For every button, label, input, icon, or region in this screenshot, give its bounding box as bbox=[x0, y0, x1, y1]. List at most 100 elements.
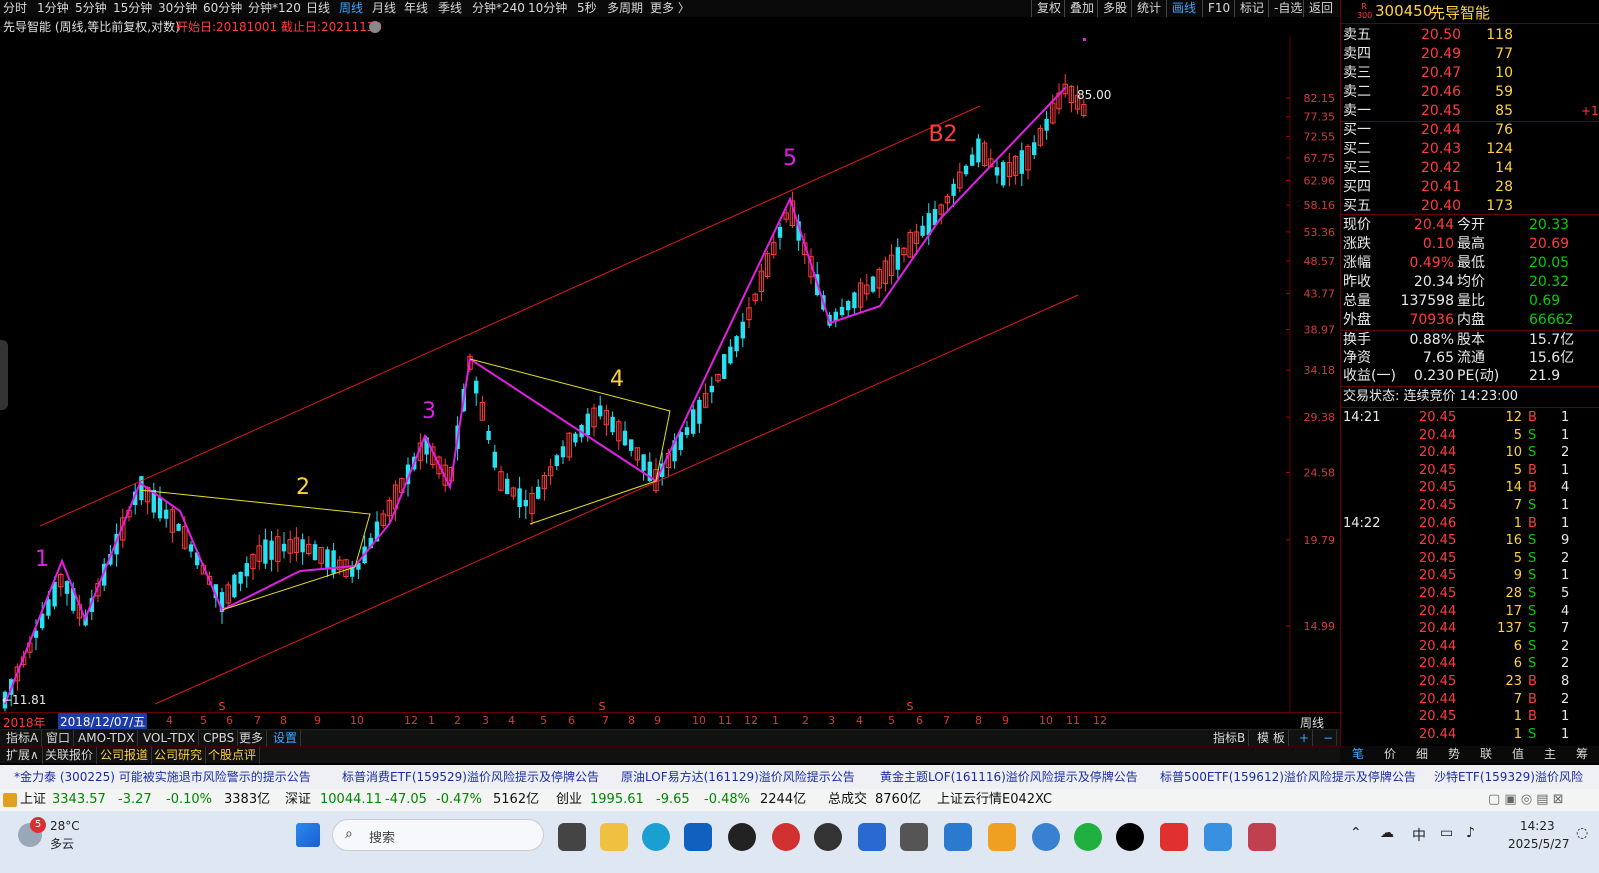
quote-panel-tab[interactable]: 主 bbox=[1544, 746, 1556, 763]
period-tab[interactable]: 多周期 bbox=[607, 0, 643, 17]
quote-panel-tab[interactable]: 价 bbox=[1384, 746, 1396, 763]
server-label[interactable]: 上证云行情E042XC bbox=[937, 789, 1052, 811]
outlook-icon[interactable] bbox=[684, 823, 712, 851]
tool-button[interactable]: 多股 bbox=[1097, 0, 1127, 17]
kline-chart[interactable]: 85.00 ←11.81 S S S 82.15 77.35 72.55 67.75 62.96… bbox=[0, 36, 1340, 713]
tool-button[interactable]: 复权 bbox=[1031, 0, 1061, 17]
tool-button[interactable]: 画线 bbox=[1166, 0, 1196, 17]
quote-panel-tab[interactable]: 筹 bbox=[1576, 746, 1588, 763]
wechat-icon[interactable] bbox=[1074, 823, 1102, 851]
indicator-tab[interactable]: 更多 bbox=[236, 730, 268, 747]
info-tab[interactable]: 公司研究 bbox=[151, 747, 207, 764]
search-box[interactable]: ⌕ 搜索 bbox=[332, 819, 544, 851]
indicator-tab[interactable]: 窗口 bbox=[43, 730, 75, 747]
info-tab[interactable]: 个股点评 bbox=[205, 747, 261, 764]
calendar-icon[interactable] bbox=[944, 823, 972, 851]
tool-button[interactable]: F10 bbox=[1202, 0, 1230, 17]
indicator-right-tab[interactable]: 模 板 bbox=[1254, 730, 1289, 747]
period-tab[interactable]: 年线 bbox=[404, 0, 428, 17]
cy-label[interactable]: 创业 bbox=[556, 789, 582, 811]
indicator-tab[interactable]: VOL-TDX bbox=[140, 730, 199, 747]
tray-chevron-icon[interactable]: ⌃ bbox=[1350, 825, 1362, 841]
period-tab[interactable]: 日线 bbox=[306, 0, 330, 17]
ime-label[interactable]: 中 bbox=[1412, 825, 1426, 845]
period-tab[interactable]: 30分钟 bbox=[158, 0, 197, 17]
info-tab[interactable]: 关联报价 bbox=[42, 747, 98, 764]
period-tab[interactable]: 5分钟 bbox=[75, 0, 107, 17]
quote-panel-tab[interactable]: 势 bbox=[1448, 746, 1460, 763]
indicator-right-tab[interactable]: − bbox=[1320, 730, 1338, 747]
info-tab[interactable]: 公司报道 bbox=[97, 747, 153, 764]
book-volume: 59 bbox=[1495, 84, 1513, 100]
quote-panel-tab[interactable]: 值 bbox=[1512, 746, 1524, 763]
info-tab[interactable]: 扩展∧ bbox=[3, 747, 43, 764]
period-tab[interactable]: 15分钟 bbox=[113, 0, 152, 17]
news-item[interactable]: 黄金主题LOF(161116)溢价风险提示及停牌公告 bbox=[880, 765, 1138, 789]
range-dropdown-icon[interactable] bbox=[369, 21, 381, 33]
trade-state: 交易状态: 连续竞价 14:23:00 bbox=[1343, 389, 1519, 404]
tool-button[interactable]: 统计 bbox=[1131, 0, 1161, 17]
wps-icon[interactable] bbox=[1160, 823, 1188, 851]
period-tab[interactable]: 月线 bbox=[372, 0, 396, 17]
tool-button[interactable]: -自选 bbox=[1268, 0, 1302, 17]
time-tick: 5 bbox=[888, 714, 895, 727]
candle-body bbox=[486, 430, 491, 441]
period-tab[interactable]: 分钟*120 bbox=[248, 0, 301, 17]
news-item[interactable]: 沙特ETF(159329)溢价风险 bbox=[1434, 765, 1583, 789]
period-tab[interactable]: 60分钟 bbox=[203, 0, 242, 17]
indicator-right-tab[interactable]: + bbox=[1296, 730, 1314, 747]
tdx-icon[interactable] bbox=[1116, 823, 1144, 851]
quote-panel-tab[interactable]: 联 bbox=[1480, 746, 1492, 763]
photos-icon[interactable] bbox=[1204, 823, 1232, 851]
indicator-tab[interactable]: 指标A bbox=[3, 730, 43, 747]
indicator-tab[interactable]: CPBS bbox=[200, 730, 239, 747]
notification-icon[interactable]: ◌ bbox=[1576, 825, 1588, 841]
tool-button[interactable]: 叠加 bbox=[1064, 0, 1094, 17]
edge-icon[interactable] bbox=[642, 823, 670, 851]
window-icons[interactable]: ▢ ▣ ◎ ▤ ⊠ bbox=[1488, 789, 1564, 811]
period-tab[interactable]: 5秒 bbox=[577, 0, 597, 17]
indicator-right-tab[interactable]: 指标B bbox=[1210, 730, 1250, 747]
news-item[interactable]: 标普500ETF(159612)溢价风险提示及停牌公告 bbox=[1160, 765, 1416, 789]
cloud-icon[interactable]: ☁ bbox=[1380, 825, 1394, 841]
period-tab[interactable]: 分钟*240 bbox=[472, 0, 525, 17]
snipping-icon[interactable] bbox=[1248, 823, 1276, 851]
news-item[interactable]: *金力泰 (300225) 可能被实施退市风险警示的提示公告 bbox=[14, 765, 311, 789]
period-tab[interactable]: 1分钟 bbox=[37, 0, 69, 17]
period-tab[interactable]: 10分钟 bbox=[528, 0, 567, 17]
display-icon[interactable]: ▭ bbox=[1440, 825, 1453, 841]
wave-labels: 1 2 3 4 5 B2 bbox=[35, 122, 958, 572]
period-tab[interactable]: 周线 bbox=[339, 0, 363, 17]
indicator-tab[interactable]: 设置 bbox=[270, 730, 302, 747]
quote-panel-tab[interactable]: 笔 bbox=[1352, 746, 1364, 763]
candle-body bbox=[598, 405, 603, 417]
tool-button[interactable]: 标记 bbox=[1234, 0, 1264, 17]
clock-time[interactable]: 14:23 bbox=[1520, 819, 1555, 833]
start-icon[interactable] bbox=[296, 823, 320, 847]
time-tick: 12 bbox=[404, 714, 418, 727]
candle-body bbox=[573, 433, 578, 443]
calculator-icon[interactable] bbox=[900, 823, 928, 851]
clock-date[interactable]: 2025/5/27 bbox=[1508, 837, 1570, 851]
sz-label[interactable]: 深证 bbox=[285, 789, 311, 811]
tool-button[interactable]: 返回 bbox=[1303, 0, 1333, 17]
kugou-icon[interactable] bbox=[988, 823, 1016, 851]
clock-icon[interactable] bbox=[1032, 823, 1060, 851]
period-tab[interactable]: 季线 bbox=[438, 0, 462, 17]
left-collapse-handle[interactable] bbox=[0, 340, 8, 410]
file-explorer-icon[interactable] bbox=[558, 823, 586, 851]
period-tab[interactable]: 分时 bbox=[3, 0, 27, 17]
store-icon[interactable] bbox=[858, 823, 886, 851]
netease-music-icon[interactable] bbox=[772, 823, 800, 851]
sh-label[interactable]: 上证 bbox=[20, 789, 46, 811]
news-item[interactable]: 原油LOF易方达(161129)溢价风险提示公告 bbox=[621, 765, 855, 789]
dell-icon[interactable] bbox=[728, 823, 756, 851]
news-item[interactable]: 标普消费ETF(159529)溢价风险提示及停牌公告 bbox=[342, 765, 599, 789]
volume-icon[interactable]: ♪ bbox=[1466, 825, 1475, 841]
folder-icon[interactable] bbox=[600, 823, 628, 851]
quote-panel-tab[interactable]: 细 bbox=[1416, 746, 1428, 763]
tick-count: 1 bbox=[1561, 410, 1570, 425]
qq-icon[interactable] bbox=[814, 823, 842, 851]
period-tab[interactable]: 更多 〉 bbox=[650, 0, 690, 17]
indicator-tab[interactable]: AMO-TDX bbox=[75, 730, 139, 747]
